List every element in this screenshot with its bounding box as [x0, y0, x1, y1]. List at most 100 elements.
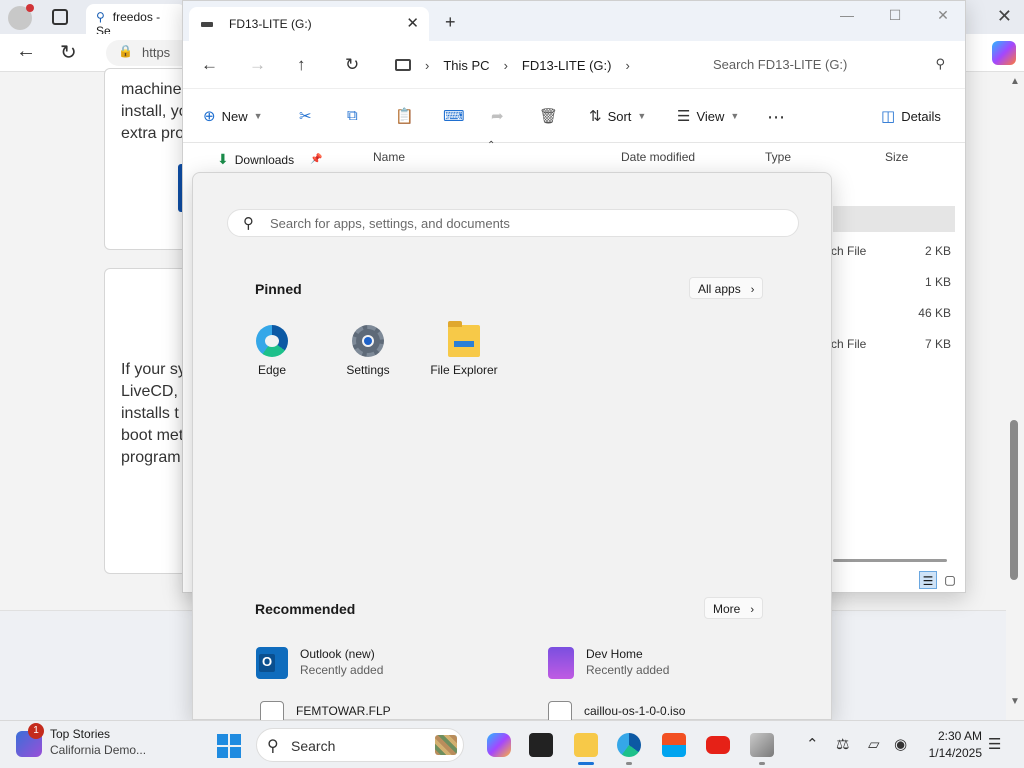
file-size: 7 KB — [924, 337, 951, 351]
view-lines-icon: ☰ — [677, 108, 691, 125]
chevron-right-icon[interactable]: › — [626, 58, 630, 73]
close-window-icon[interactable]: ✕ — [931, 7, 955, 24]
clipboard-icon: 📋 — [395, 108, 414, 125]
start-search-placeholder: Search for apps, settings, and documents — [270, 216, 510, 231]
chevron-down-icon: ▼ — [637, 111, 647, 121]
scroll-thumb[interactable] — [1010, 420, 1018, 580]
terminal-icon[interactable] — [529, 733, 553, 757]
volume-icon[interactable]: ◉ — [894, 735, 907, 753]
paste-button[interactable]: 📋 — [395, 107, 414, 125]
breadcrumb[interactable]: › This PC › FD13-LITE (G:) › — [395, 49, 667, 81]
start-menu: ⚲ Search for apps, settings, and documen… — [192, 172, 832, 725]
tiles-view-icon[interactable]: ▢ — [941, 571, 959, 589]
delete-button[interactable]: 🗑 — [539, 107, 558, 125]
command-bar: ⊕ New ▼ ✂ ⧉ 📋 ⌨ ➦ 🗑 ⇅ Sort ▼ ☰ View ▼ ⋯ ◫ Detai… — [183, 89, 965, 143]
recommended-subtitle: Recently added — [586, 663, 670, 677]
folder-icon — [448, 321, 480, 357]
breadcrumb-item[interactable]: FD13-LITE (G:) — [522, 58, 612, 73]
file-row[interactable]: ch File 7 KB — [831, 337, 951, 357]
file-row[interactable]: 46 KB — [831, 306, 951, 326]
file-row[interactable]: ch File 2 KB — [831, 244, 951, 264]
youtube-icon[interactable] — [706, 736, 730, 754]
copy-button[interactable]: ⧉ — [347, 107, 358, 124]
notification-badge: 1 — [28, 723, 44, 739]
refresh-icon[interactable]: ↻ — [345, 55, 359, 75]
explorer-tab[interactable]: FD13-LITE (G:) ✕ — [189, 7, 429, 41]
more-options-button[interactable]: ⋯ — [767, 107, 785, 128]
edge-taskbar-icon[interactable] — [617, 733, 641, 765]
rename-button[interactable]: ⌨ — [443, 107, 465, 125]
network-off-icon[interactable]: ⚖ — [836, 735, 849, 753]
recommended-item[interactable]: Outlook (new) Recently added — [256, 647, 383, 679]
pinned-app-label: Edge — [257, 363, 287, 377]
browser-close-icon[interactable]: ✕ — [997, 6, 1012, 27]
sort-button[interactable]: ⇅ Sort ▼ — [589, 107, 646, 125]
taskbar-search-label: Search — [291, 738, 336, 754]
start-button[interactable] — [217, 734, 241, 758]
search-icon: ⚲ — [243, 215, 254, 232]
close-tab-icon[interactable]: ✕ — [406, 14, 419, 32]
chevron-down-icon: ▼ — [253, 111, 263, 121]
column-header-date-modified[interactable]: Date modified — [621, 150, 695, 164]
minimize-icon[interactable]: — — [835, 7, 859, 24]
reload-icon[interactable]: ↻ — [60, 40, 77, 65]
pinned-app-settings[interactable]: Settings — [320, 325, 416, 377]
scroll-up-icon[interactable]: ▲ — [1010, 76, 1020, 87]
selected-file-row[interactable] — [833, 206, 955, 232]
scroll-down-icon[interactable]: ▼ — [1010, 696, 1020, 707]
copilot-taskbar-icon[interactable] — [487, 733, 511, 757]
horizontal-scroll-thumb[interactable] — [833, 559, 947, 562]
profile-avatar[interactable] — [8, 4, 34, 30]
network-icon[interactable]: ▱ — [868, 735, 880, 753]
details-pane-icon: ◫ — [881, 108, 896, 125]
system-clock[interactable]: 2:30 AM 1/14/2025 — [929, 728, 982, 762]
all-apps-button[interactable]: All apps › — [689, 277, 764, 299]
file-size: 1 KB — [924, 275, 951, 289]
share-button[interactable]: ➦ — [491, 107, 504, 125]
recommended-item[interactable]: Dev Home Recently added — [548, 647, 669, 679]
microsoft-store-icon[interactable] — [662, 733, 686, 757]
back-arrow-icon[interactable]: ← — [16, 40, 36, 63]
clock-date: 1/14/2025 — [928, 746, 982, 760]
lock-icon: 🔒 — [118, 44, 133, 58]
notifications-icon[interactable]: ☰ — [988, 735, 1001, 753]
cut-button[interactable]: ✂ — [299, 107, 312, 125]
notification-dot — [26, 4, 34, 12]
explorer-tab-title: FD13-LITE (G:) — [229, 17, 312, 31]
chevron-up-icon[interactable]: ⌃ — [806, 735, 819, 753]
browser-tab[interactable]: ⚲ freedos - Se — [86, 4, 186, 38]
widgets-button[interactable]: 1 Top Stories California Demo... — [16, 723, 147, 757]
new-button[interactable]: ⊕ New ▼ — [203, 107, 263, 125]
page-scrollbar[interactable]: ▲ ▼ — [1006, 72, 1024, 720]
column-header-name[interactable]: Name — [373, 150, 405, 164]
file-row[interactable]: 1 KB — [831, 275, 951, 295]
recommended-title: Dev Home — [586, 647, 643, 661]
back-icon[interactable]: ← — [201, 55, 218, 75]
widget-subtitle: California Demo... — [50, 743, 147, 757]
column-header-size[interactable]: Size — [885, 150, 908, 164]
file-explorer-taskbar-icon[interactable] — [574, 733, 598, 765]
column-header-type[interactable]: Type — [765, 150, 791, 164]
tab-actions-icon[interactable] — [52, 9, 68, 25]
copilot-icon[interactable] — [992, 41, 1016, 65]
chevron-right-icon[interactable]: › — [425, 58, 429, 73]
details-pane-button[interactable]: ◫ Details — [881, 107, 941, 125]
forward-icon[interactable]: → — [249, 55, 266, 75]
usb-tool-icon[interactable] — [750, 733, 774, 765]
settings-gear-icon — [352, 325, 384, 357]
pinned-app-edge[interactable]: Edge — [224, 325, 320, 377]
chevron-right-icon[interactable]: › — [504, 58, 508, 73]
recommended-title: FEMTOWAR.FLP — [296, 704, 391, 718]
recommended-heading: Recommended — [255, 601, 356, 617]
start-search-input[interactable]: ⚲ Search for apps, settings, and documen… — [227, 209, 799, 237]
view-button[interactable]: ☰ View ▼ — [677, 107, 739, 125]
maximize-icon[interactable]: ☐ — [883, 7, 907, 24]
new-tab-icon[interactable]: + — [445, 12, 456, 33]
breadcrumb-item[interactable]: This PC — [443, 58, 489, 73]
pinned-app-file-explorer[interactable]: File Explorer — [416, 321, 512, 377]
details-view-icon[interactable]: ☰ — [919, 571, 937, 589]
more-button[interactable]: More › — [704, 597, 764, 619]
taskbar-search[interactable]: ⚲ Search — [256, 728, 464, 762]
up-icon[interactable]: ↑ — [297, 55, 306, 75]
explorer-search-input[interactable]: Search FD13-LITE (G:) ⚲ — [697, 49, 961, 81]
